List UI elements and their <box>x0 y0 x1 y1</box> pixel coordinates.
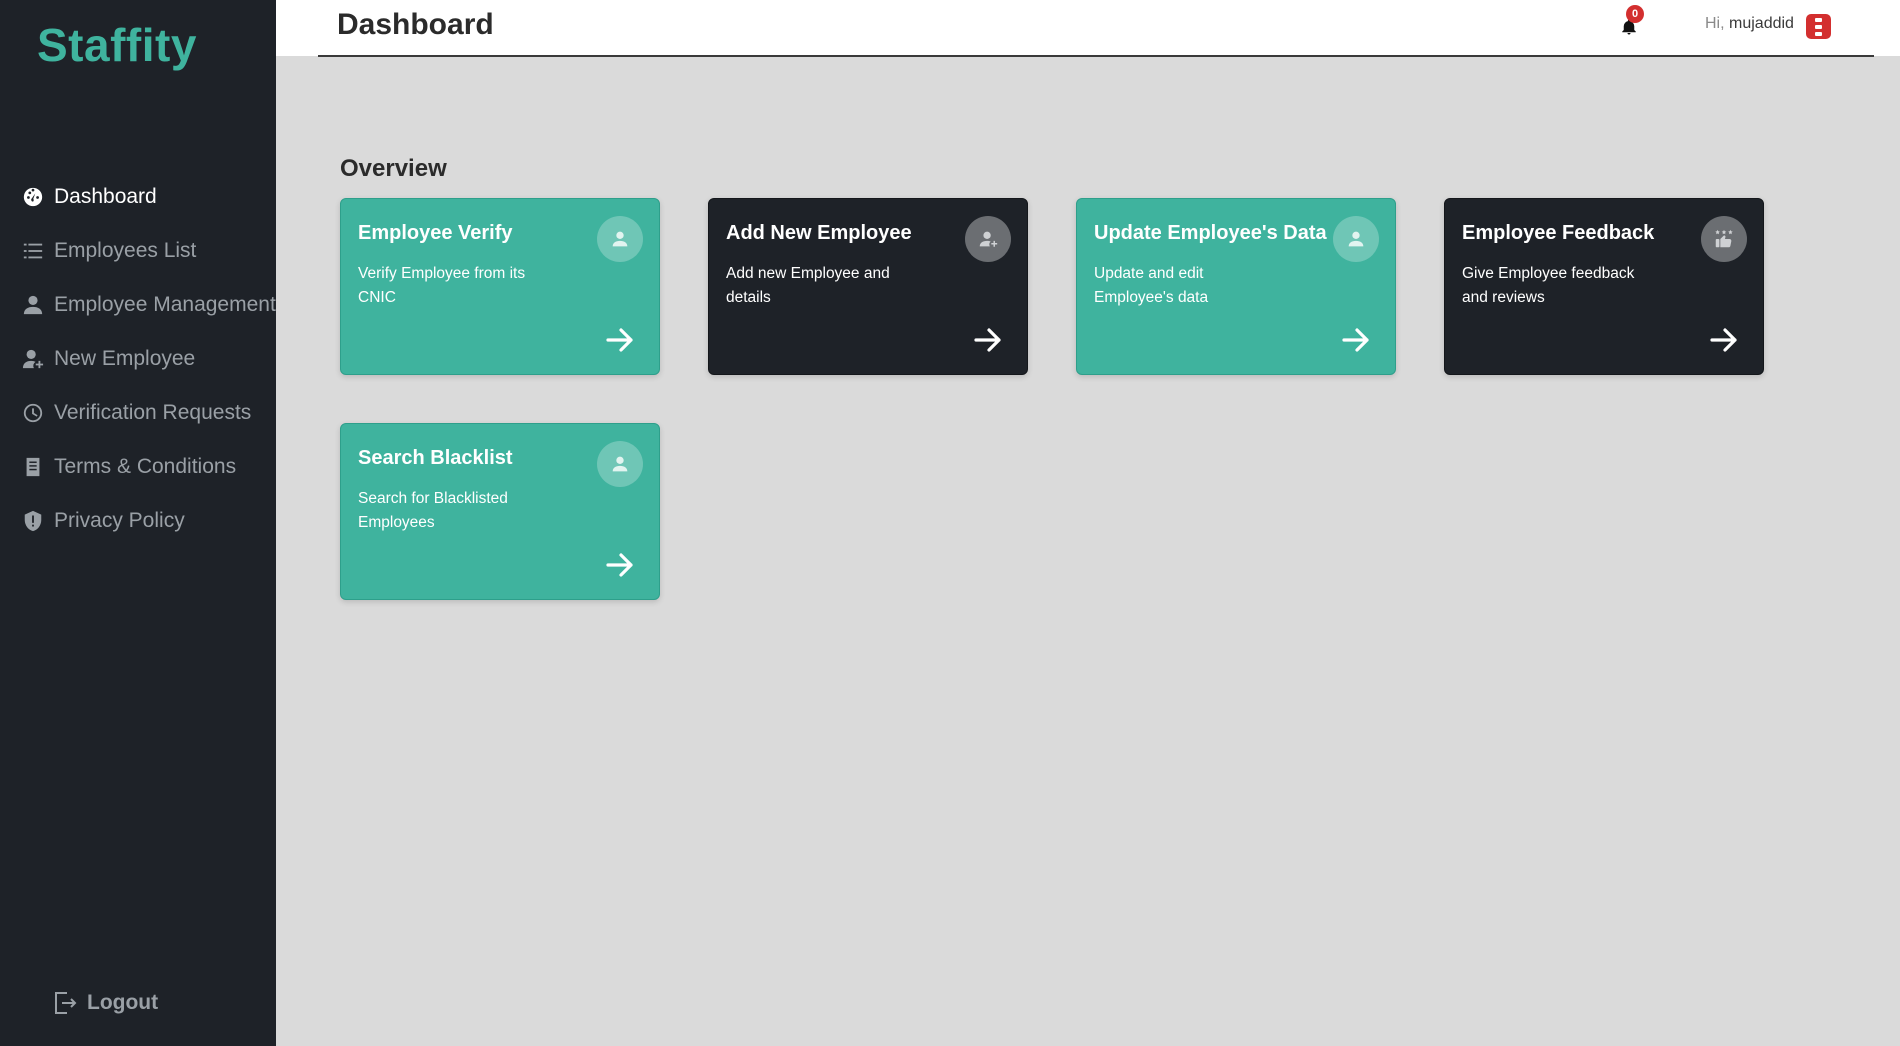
sidebar-item-label: Verification Requests <box>54 401 252 424</box>
page-title: Dashboard <box>337 8 494 41</box>
sidebar-nav: Dashboard Employees List Employee Manage… <box>0 170 276 548</box>
section-title: Overview <box>340 155 447 182</box>
user-icon <box>597 441 643 487</box>
thumbs-up-stars-icon <box>1701 216 1747 262</box>
gauge-icon <box>20 184 46 210</box>
sidebar-item-label: Terms & Conditions <box>54 455 237 478</box>
sidebar: Staffity Dashboard Employees List Employ… <box>0 0 276 1046</box>
sidebar-item-employee-management[interactable]: Employee Management <box>0 278 276 332</box>
card-title: Employee Verify <box>358 222 513 244</box>
arrow-right-icon[interactable] <box>1341 326 1371 354</box>
menu-dot-icon <box>1815 31 1822 36</box>
card-search-blacklist[interactable]: Search Blacklist Search for Blacklisted … <box>340 423 660 600</box>
arrow-right-icon[interactable] <box>1709 326 1739 354</box>
clock-icon <box>20 400 46 426</box>
sidebar-item-label: Employee Management <box>54 293 276 316</box>
card-description: Verify Employee from its CNIC <box>358 265 526 306</box>
shield-icon <box>20 508 46 534</box>
card-description: Add new Employee and details <box>726 265 890 306</box>
sidebar-item-terms-conditions[interactable]: Terms & Conditions <box>0 440 276 494</box>
sidebar-item-verification-requests[interactable]: Verification Requests <box>0 386 276 440</box>
user-icon <box>597 216 643 262</box>
card-description: Search for Blacklisted Employees <box>358 490 508 531</box>
card-title: Add New Employee <box>726 222 912 244</box>
menu-dot-icon <box>1815 24 1822 29</box>
document-icon <box>20 454 46 480</box>
sidebar-item-label: Privacy Policy <box>54 509 185 532</box>
brand-logo[interactable]: Staffity <box>37 18 197 72</box>
logout-icon <box>55 992 77 1014</box>
card-description: Give Employee feedback and reviews <box>1462 265 1635 306</box>
user-icon <box>1333 216 1379 262</box>
sidebar-item-dashboard[interactable]: Dashboard <box>0 170 276 224</box>
user-plus-icon <box>20 346 46 372</box>
sidebar-item-label: Employees List <box>54 239 197 262</box>
sidebar-item-privacy-policy[interactable]: Privacy Policy <box>0 494 276 548</box>
logout-button[interactable]: Logout <box>53 990 158 1016</box>
menu-dot-icon <box>1815 17 1822 22</box>
arrow-right-icon[interactable] <box>973 326 1003 354</box>
notification-count-badge: 0 <box>1626 5 1644 23</box>
header-divider <box>318 55 1874 57</box>
greeting-prefix: Hi, <box>1705 15 1725 32</box>
logout-label: Logout <box>87 991 159 1014</box>
sidebar-item-label: New Employee <box>54 347 196 370</box>
card-add-new-employee[interactable]: Add New Employee Add new Employee and de… <box>708 198 1028 375</box>
card-title: Search Blacklist <box>358 447 513 469</box>
sidebar-item-employees-list[interactable]: Employees List <box>0 224 276 278</box>
username: mujaddid <box>1729 15 1794 32</box>
card-update-employee-data[interactable]: Update Employee's Data Update and edit E… <box>1076 198 1396 375</box>
card-description: Update and edit Employee's data <box>1094 265 1209 306</box>
user-plus-icon <box>965 216 1011 262</box>
card-title: Employee Feedback <box>1462 222 1655 244</box>
card-employee-feedback[interactable]: Employee Feedback Give Employee feedback… <box>1444 198 1764 375</box>
sidebar-item-label: Dashboard <box>54 185 157 208</box>
card-title: Update Employee's Data <box>1094 222 1327 244</box>
list-icon <box>20 238 46 264</box>
user-icon <box>20 292 46 318</box>
card-employee-verify[interactable]: Employee Verify Verify Employee from its… <box>340 198 660 375</box>
sidebar-item-new-employee[interactable]: New Employee <box>0 332 276 386</box>
arrow-right-icon[interactable] <box>605 326 635 354</box>
user-greeting: Hi, mujaddid <box>1705 15 1794 33</box>
arrow-right-icon[interactable] <box>605 551 635 579</box>
top-header <box>276 0 1900 56</box>
user-menu-button[interactable] <box>1806 14 1831 39</box>
